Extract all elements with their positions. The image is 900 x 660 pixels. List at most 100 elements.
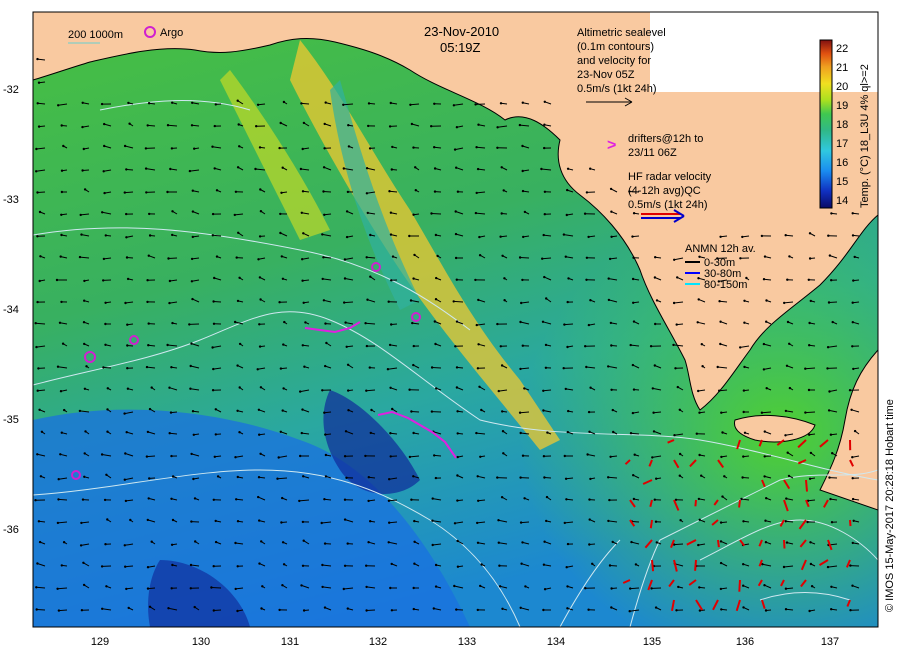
- velocity-arrow-head: [851, 584, 854, 587]
- velocity-arrow-head: [500, 166, 503, 169]
- velocity-arrow-head: [148, 234, 152, 237]
- velocity-arrow-head: [543, 213, 546, 216]
- velocity-arrow-head: [607, 519, 610, 523]
- velocity-arrow-head: [211, 234, 214, 237]
- velocity-arrow-head: [810, 585, 814, 588]
- velocity-arrow-head: [146, 300, 149, 304]
- velocity-arrow-head: [212, 367, 215, 371]
- velocity-arrow-head: [634, 563, 638, 566]
- velocity-arrow-head: [760, 411, 764, 414]
- velocity-arrow-head: [456, 190, 460, 193]
- velocity-arrow-head: [501, 254, 504, 257]
- velocity-arrow-head: [476, 608, 479, 612]
- velocity-arrow-head: [414, 189, 417, 192]
- velocity-arrow-head: [608, 257, 612, 261]
- velocity-arrow-head: [124, 301, 127, 305]
- anmn-label: 80-150m: [704, 279, 747, 291]
- velocity-arrow-head: [652, 430, 656, 433]
- velocity-arrow-head: [566, 300, 569, 304]
- velocity-arrow-head: [104, 543, 107, 546]
- velocity-arrow-head: [563, 454, 566, 458]
- velocity-arrow-head: [190, 452, 193, 456]
- velocity-arrow-head: [191, 210, 195, 213]
- y-tick-label: -33: [3, 194, 19, 206]
- velocity-arrow-head: [412, 431, 415, 435]
- velocity-arrow-head: [36, 453, 39, 456]
- velocity-arrow-head: [389, 101, 392, 105]
- velocity-arrow-head: [851, 497, 855, 501]
- velocity-arrow-head: [830, 521, 834, 524]
- velocity-arrow-head: [191, 101, 194, 105]
- velocity-arrow-head: [39, 475, 43, 478]
- x-tick-label: 137: [821, 636, 839, 648]
- velocity-arrow-head: [543, 146, 546, 150]
- velocity-arrow-head: [413, 540, 416, 543]
- hf-radar-vector: [738, 579, 741, 592]
- velocity-arrow-head: [325, 341, 328, 345]
- velocity-arrow-head: [57, 609, 61, 612]
- velocity-arrow-head: [39, 255, 42, 258]
- velocity-arrow-head: [85, 365, 88, 368]
- velocity-arrow-head: [478, 385, 481, 388]
- x-tick-label: 135: [643, 636, 661, 648]
- velocity-arrow-head: [124, 565, 127, 568]
- velocity-arrow-head: [591, 562, 594, 565]
- velocity-arrow-head: [455, 278, 458, 281]
- altimetry-line: (0.1m contours): [577, 41, 654, 53]
- velocity-arrow-head: [631, 277, 635, 281]
- velocity-arrow-head: [632, 474, 635, 477]
- velocity-arrow-head: [609, 455, 612, 458]
- velocity-arrow-head: [102, 257, 106, 261]
- velocity-arrow-head: [342, 103, 345, 107]
- velocity-arrow-head: [56, 587, 59, 590]
- velocity-arrow-head: [524, 585, 527, 588]
- velocity-arrow-head: [414, 166, 417, 169]
- velocity-arrow-head: [739, 257, 742, 260]
- velocity-arrow-head: [323, 122, 326, 126]
- velocity-arrow-head: [321, 277, 324, 281]
- velocity-arrow-head: [62, 144, 65, 148]
- velocity-arrow-head: [589, 386, 592, 389]
- velocity-arrow-head: [106, 430, 109, 433]
- velocity-arrow-head: [475, 323, 478, 327]
- velocity-arrow-head: [344, 321, 347, 324]
- velocity-arrow-head: [370, 408, 373, 412]
- velocity-arrow-head: [807, 278, 810, 281]
- velocity-arrow-head: [411, 321, 414, 325]
- velocity-arrow-head: [519, 431, 522, 435]
- velocity-arrow-head: [521, 169, 524, 173]
- velocity-arrow-head: [851, 345, 854, 348]
- velocity-arrow-head: [82, 561, 85, 564]
- velocity-arrow-head: [585, 256, 589, 259]
- velocity-arrow-head: [211, 212, 215, 216]
- velocity-arrow-head: [369, 233, 372, 237]
- velocity-arrow-head: [678, 452, 682, 456]
- velocity-arrow-head: [35, 345, 38, 349]
- velocity-arrow-head: [125, 587, 128, 591]
- velocity-arrow-head: [849, 564, 852, 567]
- velocity-arrow-head: [629, 587, 632, 590]
- velocity-arrow-head: [103, 144, 106, 148]
- velocity-arrow-head: [433, 320, 436, 323]
- velocity-arrow-head: [346, 607, 349, 610]
- imos-credit: © IMOS 15-May-2017 20:28:18 Hobart time: [884, 399, 896, 612]
- velocity-arrow-head: [583, 212, 587, 215]
- velocity-arrow-head: [697, 298, 700, 301]
- y-tick-label: -32: [3, 84, 19, 96]
- velocity-arrow-head: [321, 563, 324, 567]
- y-tick-label: -34: [3, 304, 19, 316]
- velocity-arrow-head: [848, 389, 852, 392]
- velocity-arrow-head: [37, 125, 41, 128]
- velocity-arrow-head: [765, 387, 768, 390]
- velocity-arrow-head: [654, 520, 658, 523]
- velocity-arrow-head: [852, 279, 855, 282]
- velocity-arrow-head: [347, 409, 350, 412]
- x-tick-label: 132: [369, 636, 387, 648]
- velocity-arrow-head: [521, 278, 524, 282]
- velocity-arrow-head: [631, 235, 634, 238]
- velocity-arrow-head: [278, 146, 281, 150]
- velocity-arrow-head: [698, 609, 702, 612]
- velocity-arrow-head: [302, 232, 305, 235]
- hf-radar-vector: [783, 539, 786, 549]
- velocity-arrow-head: [519, 367, 522, 371]
